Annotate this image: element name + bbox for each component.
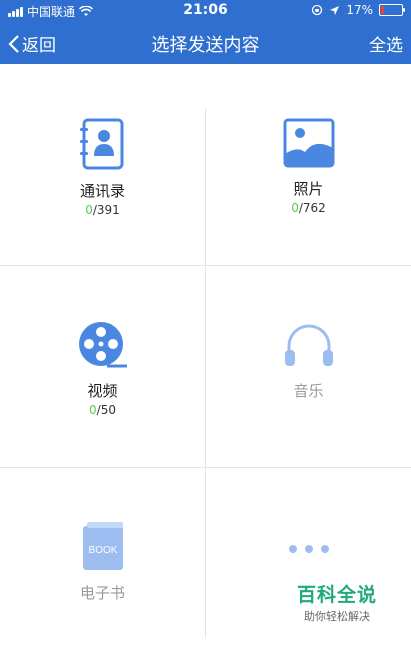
page-title: 选择发送内容: [151, 35, 260, 56]
book-cover-text: BOOK: [88, 545, 117, 556]
headphones-icon: [284, 324, 333, 366]
more-dots-icon: [288, 545, 329, 553]
watermark-subtitle: 助你轻松解决: [304, 610, 370, 623]
photo-icon: [283, 118, 334, 168]
select-all-button[interactable]: 全选: [369, 31, 403, 56]
row-divider: [0, 265, 411, 266]
category-label: 视频: [87, 382, 118, 400]
row-divider: [0, 467, 411, 468]
rotation-lock-icon: [312, 4, 323, 16]
location-arrow-icon: [330, 5, 340, 15]
category-label: 音乐: [293, 382, 324, 400]
battery-icon: [379, 4, 405, 16]
category-label: 照片: [293, 180, 324, 198]
video-reel-icon: [78, 322, 127, 368]
contacts-icon: [79, 118, 123, 170]
watermark-title: 百科全说: [296, 584, 377, 606]
category-ebooks[interactable]: BOOK 电子书: [0, 520, 205, 603]
selection-count: 0/762: [291, 201, 326, 215]
status-bar: 中国联通 21:06 17%: [0, 0, 411, 22]
category-label: 电子书: [79, 584, 125, 602]
book-icon: BOOK: [82, 522, 123, 570]
category-more[interactable]: [206, 540, 411, 565]
category-photos[interactable]: 照片 0/762: [206, 118, 411, 215]
selection-count: 0/391: [85, 203, 120, 217]
battery-percent: 17%: [346, 3, 373, 17]
category-videos[interactable]: 视频 0/50: [0, 320, 205, 417]
watermark: 百科全说 助你轻松解决: [292, 580, 382, 624]
selection-count: 0/50: [89, 403, 116, 417]
nav-bar: 返回 选择发送内容 全选: [0, 22, 411, 64]
category-label: 通讯录: [79, 182, 125, 200]
category-music[interactable]: 音乐: [206, 320, 411, 401]
header-bar: 中国联通 21:06 17% 返回 选择发送内容 全选: [0, 0, 411, 64]
category-contacts[interactable]: 通讯录 0/391: [0, 118, 205, 217]
